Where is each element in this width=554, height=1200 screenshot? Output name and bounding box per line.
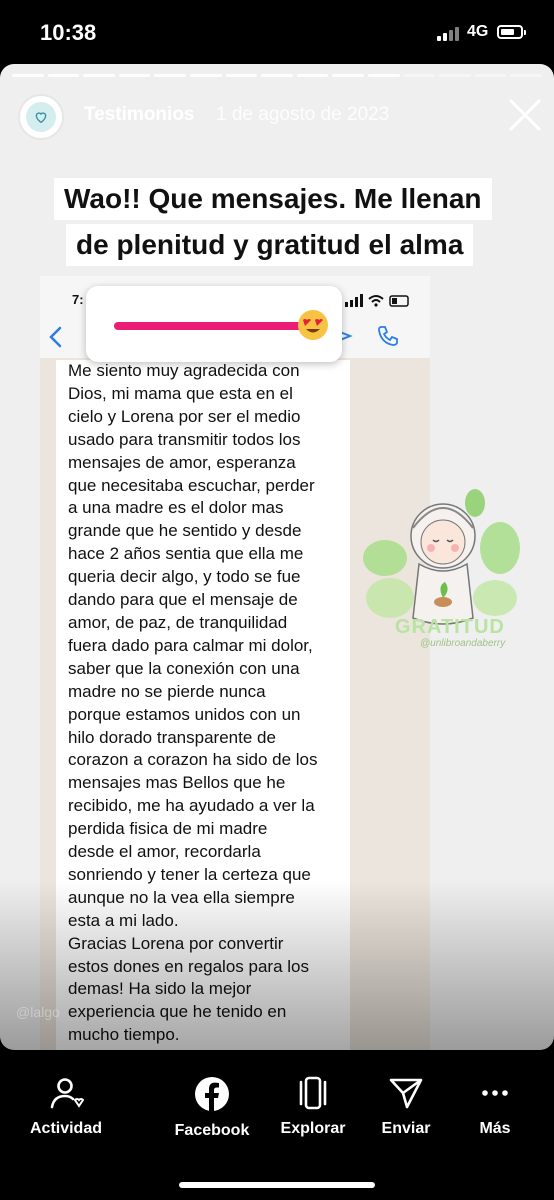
- close-icon[interactable]: [508, 98, 542, 132]
- signal-icon: [437, 27, 463, 41]
- watermark: @lalgo: [16, 1004, 60, 1020]
- send-icon: [389, 1078, 423, 1109]
- account-name[interactable]: Testimonios: [84, 104, 195, 126]
- phone-status-icons: [345, 294, 409, 307]
- explore-icon: [299, 1076, 327, 1110]
- story-date: 1 de agosto de 2023: [216, 104, 390, 125]
- nav-label-actividad: Actividad: [29, 1120, 102, 1137]
- nav-label-mas: Más: [479, 1120, 511, 1137]
- heart-eyes-emoji-icon[interactable]: [297, 309, 329, 341]
- more-icon: [482, 1090, 508, 1096]
- story-progress-bar: [12, 74, 542, 77]
- bottom-fade: [0, 880, 554, 1050]
- facebook-icon: [195, 1077, 229, 1111]
- slider-track: [114, 322, 310, 330]
- status-time: 10:38: [40, 20, 97, 45]
- nav-actividad[interactable]: Actividad: [11, 1076, 121, 1138]
- activity-icon: [50, 1078, 84, 1109]
- story-headline: Wao!! Que mensajes. Me llenan de plenitu…: [54, 172, 516, 268]
- phone-call-icon: [378, 326, 398, 346]
- headline-line-1: Wao!! Que mensajes. Me llenan: [54, 178, 492, 220]
- sticker-text: GRATITUD: [395, 616, 505, 638]
- status-bar: 10:38 4G: [0, 0, 554, 64]
- emoji-slider[interactable]: [86, 286, 342, 362]
- home-indicator[interactable]: [179, 1182, 375, 1188]
- heart-icon: [35, 112, 47, 124]
- story-viewer[interactable]: Testimonios 1 de agosto de 2023 Wao!! Qu…: [0, 64, 554, 1050]
- nav-facebook[interactable]: Facebook: [157, 1076, 267, 1140]
- headline-line-2: de plenitud y gratitud el alma: [66, 224, 474, 266]
- nav-label-facebook: Facebook: [174, 1122, 250, 1139]
- network-type: 4G: [467, 23, 489, 40]
- account-avatar[interactable]: [18, 94, 64, 140]
- nav-mas[interactable]: Más: [440, 1076, 550, 1138]
- battery-icon: [497, 25, 526, 39]
- chevron-left-icon: [49, 326, 62, 348]
- phone-time: 7:: [72, 292, 84, 307]
- bottom-navigation: Actividad Facebook Explorar Enviar Más: [0, 1050, 554, 1200]
- sticker-subtext: @unlibroandaberry: [420, 638, 506, 649]
